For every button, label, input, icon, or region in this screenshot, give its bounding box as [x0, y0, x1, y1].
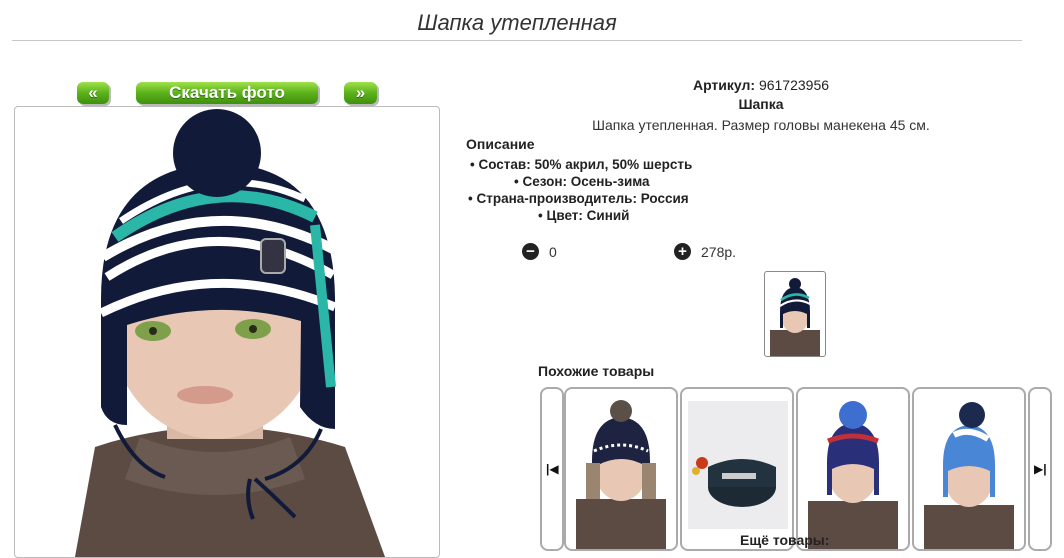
product-photo[interactable]	[14, 106, 440, 558]
article-line: Артикул: 961723956	[466, 77, 1056, 93]
minus-circle-icon[interactable]: −	[522, 243, 539, 260]
prev-photo-button[interactable]: «	[77, 82, 109, 104]
plus-circle-icon[interactable]: +	[674, 243, 691, 260]
title-divider	[12, 40, 1022, 41]
product-short-description: Шапка утепленная. Размер головы манекена…	[592, 117, 930, 133]
photo-thumbnail[interactable]	[764, 271, 826, 357]
carousel-next-button[interactable]: ▶|	[1028, 387, 1052, 551]
similar-item[interactable]	[912, 387, 1026, 551]
article-value: 961723956	[758, 77, 830, 93]
article-label: Артикул:	[692, 77, 756, 93]
similar-item[interactable]	[796, 387, 910, 551]
spec-country: Страна-производитель: Россия	[468, 191, 688, 206]
similar-item[interactable]	[680, 387, 794, 551]
skip-back-icon: |◀	[546, 462, 559, 476]
spec-composition: Состав: 50% акрил, 50% шерсть	[470, 157, 692, 172]
spec-color: Цвет: Синий	[538, 208, 629, 223]
next-photo-button[interactable]: »	[344, 82, 377, 104]
price-value: 278р.	[701, 244, 737, 260]
download-photo-button[interactable]: Скачать фото	[136, 82, 318, 104]
page-title: Шапка утепленная	[417, 10, 617, 35]
product-type: Шапка	[738, 96, 784, 112]
spec-season: Сезон: Осень-зима	[514, 174, 649, 189]
similar-item[interactable]	[564, 387, 678, 551]
more-items-label[interactable]: Ещё товары:	[740, 532, 829, 548]
similar-heading: Похожие товары	[538, 363, 655, 379]
carousel-prev-button[interactable]: |◀	[540, 387, 564, 551]
skip-forward-icon: ▶|	[1034, 462, 1047, 476]
quantity-value: 0	[549, 244, 557, 260]
description-heading: Описание	[466, 136, 535, 152]
